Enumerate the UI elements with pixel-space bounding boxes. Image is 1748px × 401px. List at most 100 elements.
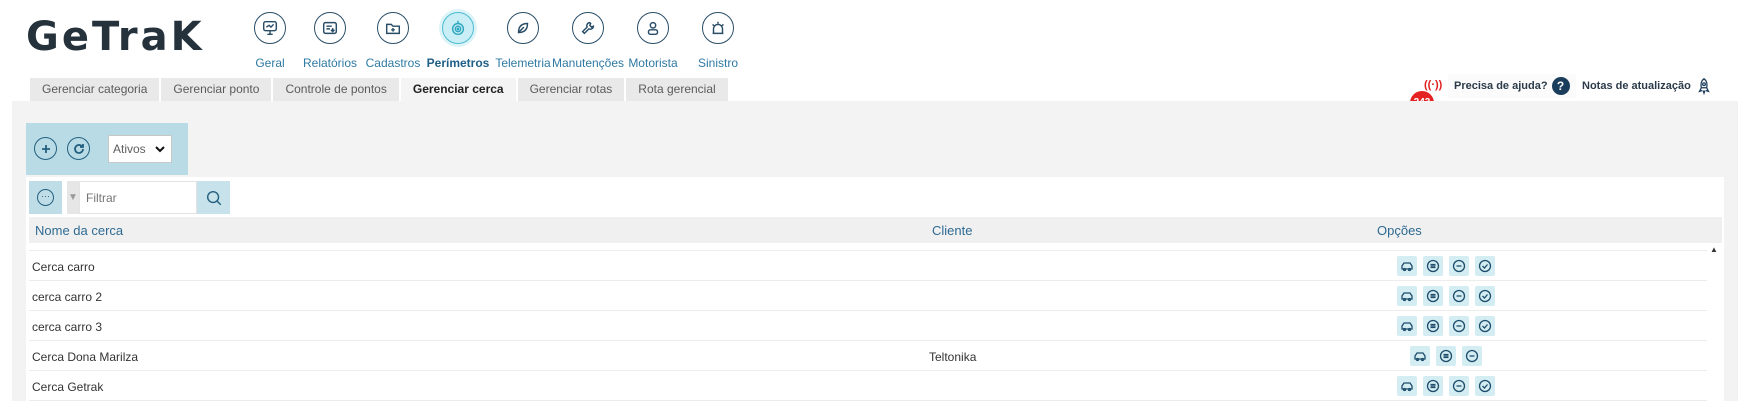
scroll-up-arrow[interactable]: ▲ (1707, 243, 1721, 257)
nav-item-sinistro[interactable]: Sinistro (673, 10, 763, 70)
row-actions (1397, 316, 1495, 336)
vehicle-link-button[interactable] (1410, 346, 1430, 366)
row-actions (1410, 346, 1482, 366)
deactivate-fence-button[interactable] (1462, 346, 1482, 366)
deactivate-fence-button[interactable] (1449, 316, 1469, 336)
table-header: Nome da cerca Cliente Opções (29, 217, 1722, 243)
list-icon (1426, 259, 1440, 273)
vehicle-link-button[interactable] (1397, 256, 1417, 276)
tab-gerenciar-ponto[interactable]: Gerenciar ponto (161, 78, 272, 101)
edit-fence-button[interactable] (1423, 286, 1443, 306)
tab-controle-de-pontos[interactable]: Controle de pontos (273, 78, 399, 101)
row-actions (1397, 376, 1495, 396)
list-icon (1426, 379, 1440, 393)
nav-label: Sinistro (697, 56, 738, 70)
fence-client: Teltonika (929, 350, 977, 364)
deactivate-fence-button[interactable] (1449, 376, 1469, 396)
confirm-fence-button[interactable] (1475, 256, 1495, 276)
updates-label: Notas de atualização (1582, 80, 1691, 92)
minus-circle-icon (1452, 289, 1466, 303)
fence-name: Cerca Getrak (32, 380, 104, 394)
leaf-icon (507, 12, 539, 44)
column-header-options: Opções (1377, 223, 1422, 238)
table-row[interactable]: cerca carro 2 (29, 281, 1707, 311)
refresh-icon (73, 143, 84, 154)
plus-icon (41, 144, 50, 153)
edit-fence-button[interactable] (1423, 316, 1443, 336)
search-button[interactable] (197, 181, 230, 214)
vehicle-link-button[interactable] (1397, 316, 1417, 336)
funnel-icon[interactable]: ▼ (67, 181, 79, 214)
minus-circle-icon (1452, 319, 1466, 333)
fence-name: cerca carro 3 (32, 320, 103, 334)
status-select-value: Ativos (113, 142, 146, 156)
check-circle-icon (1478, 319, 1492, 333)
edit-fence-button[interactable] (1423, 256, 1443, 276)
list-icon (1426, 319, 1440, 333)
fence-name: cerca carro 2 (32, 290, 103, 304)
car-icon (1414, 352, 1426, 362)
tab-gerenciar-cerca[interactable]: Gerenciar cerca (400, 78, 516, 101)
fence-toolbar: Ativos (26, 123, 188, 175)
edit-fence-button[interactable] (1423, 376, 1443, 396)
car-icon (1401, 322, 1413, 332)
list-icon (1439, 349, 1453, 363)
sub-tabs: Gerenciar categoria Gerenciar ponto Cont… (30, 78, 728, 101)
driver-icon (637, 12, 669, 44)
updates-link[interactable]: Notas de atualização (1576, 74, 1719, 98)
table-row[interactable]: Cerca Getrak (29, 371, 1707, 401)
deactivate-fence-button[interactable] (1449, 256, 1469, 276)
minus-circle-icon (1452, 259, 1466, 273)
confirm-fence-button[interactable] (1475, 286, 1495, 306)
deactivate-fence-button[interactable] (1449, 286, 1469, 306)
table-row-partial (29, 243, 1707, 251)
target-icon (442, 12, 474, 44)
car-icon (1401, 292, 1413, 302)
wrench-icon (572, 12, 604, 44)
table-row[interactable]: cerca carro 3 (29, 311, 1707, 341)
tab-gerenciar-categoria[interactable]: Gerenciar categoria (30, 78, 160, 101)
check-circle-icon (1478, 289, 1492, 303)
confirm-fence-button[interactable] (1475, 316, 1495, 336)
tab-gerenciar-rotas[interactable]: Gerenciar rotas (517, 78, 625, 101)
minus-circle-icon (1452, 379, 1466, 393)
fence-table-body: Cerca carro cerca carro 2 cerca carro 3 … (29, 243, 1707, 401)
siren-icon (702, 12, 734, 44)
status-select[interactable]: Ativos (108, 135, 172, 163)
confirm-fence-button[interactable] (1475, 376, 1495, 396)
filter-options-button[interactable]: ··· (29, 181, 62, 214)
filter-input[interactable] (79, 181, 197, 214)
app-page: GeTraK Geral Relatórios Cadastros Períme… (0, 0, 1748, 401)
table-row[interactable]: Cerca Dona Marilza Teltonika (29, 341, 1707, 371)
car-icon (1401, 382, 1413, 392)
fence-name: Cerca carro (32, 260, 95, 274)
check-circle-icon (1478, 379, 1492, 393)
column-header-client[interactable]: Cliente (932, 223, 972, 238)
help-link[interactable]: Precisa de ajuda? ? (1448, 74, 1576, 98)
main-content: Ativos ··· ▼ Nome da cerca Cliente Opçõe… (12, 101, 1738, 401)
refresh-button[interactable] (67, 137, 90, 160)
monitor-icon (254, 12, 286, 44)
rocket-icon (1698, 78, 1710, 95)
column-header-name[interactable]: Nome da cerca (35, 223, 123, 238)
folder-add-icon (377, 12, 409, 44)
signal-icon: ((·)) (1424, 79, 1443, 91)
search-icon (206, 190, 221, 205)
minus-circle-icon (1465, 349, 1479, 363)
list-icon (1426, 289, 1440, 303)
row-actions (1397, 286, 1495, 306)
chevron-down-icon (155, 146, 165, 153)
edit-fence-button[interactable] (1436, 346, 1456, 366)
car-icon (1401, 262, 1413, 272)
vehicle-link-button[interactable] (1397, 286, 1417, 306)
tab-rota-gerencial[interactable]: Rota gerencial (626, 78, 728, 101)
question-icon: ? (1551, 77, 1570, 95)
vehicle-link-button[interactable] (1397, 376, 1417, 396)
row-actions (1397, 256, 1495, 276)
brand-logo: GeTraK (26, 14, 205, 60)
report-icon (314, 12, 346, 44)
add-fence-button[interactable] (34, 137, 57, 160)
fence-name: Cerca Dona Marilza (32, 350, 139, 364)
check-circle-icon (1478, 259, 1492, 273)
table-row[interactable]: Cerca carro (29, 251, 1707, 281)
